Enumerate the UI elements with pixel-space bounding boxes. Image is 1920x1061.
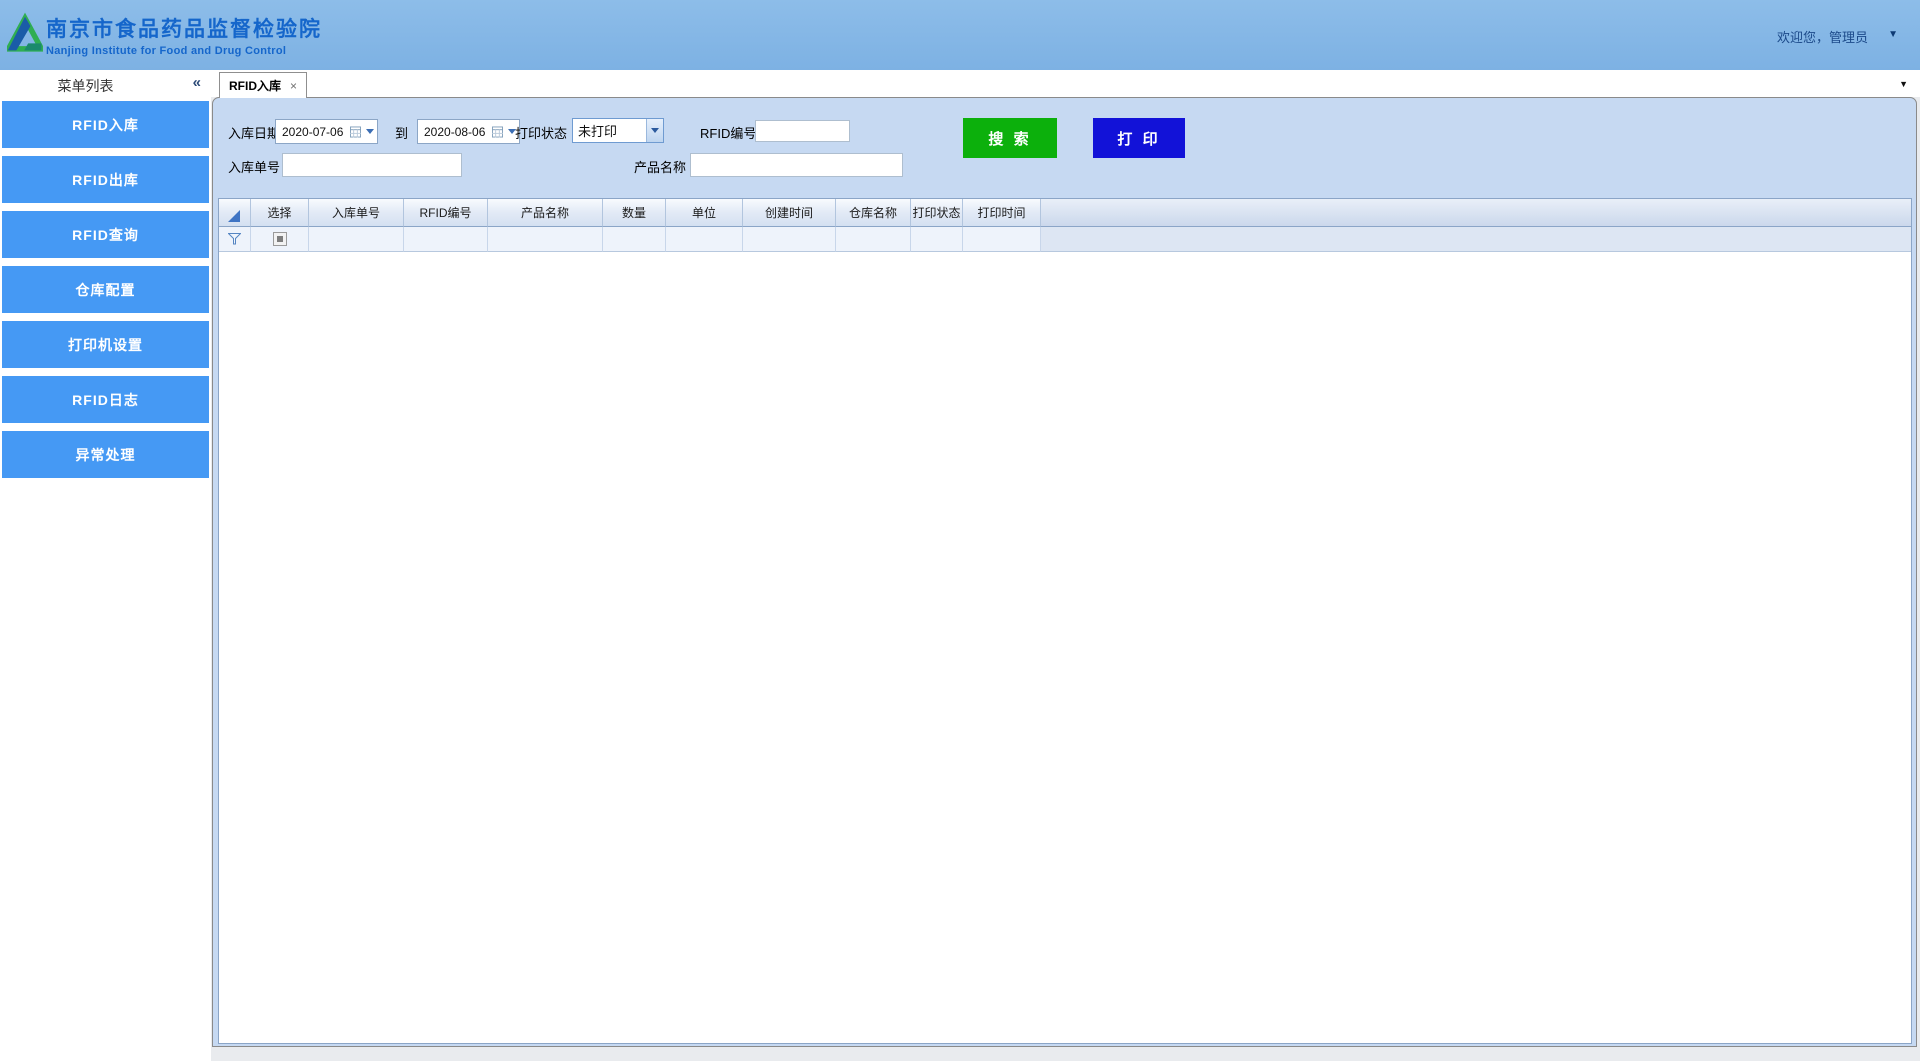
tab-overflow-arrow-icon[interactable]: ▼ (1899, 79, 1908, 89)
tab-label: RFID入库 (229, 77, 281, 94)
sidebar-title: 菜单列表 (0, 76, 171, 96)
sidebar-item-exception-handling[interactable]: 异常处理 (2, 431, 209, 478)
column-header-print-time[interactable]: 打印时间 (963, 199, 1041, 227)
to-label: 到 (395, 123, 408, 142)
product-name-label: 产品名称 (634, 157, 686, 176)
inbound-no-label: 入库单号 (228, 157, 280, 176)
rfid-no-input[interactable] (755, 120, 850, 142)
sidebar: 菜单列表 « RFID入库 RFID出库 RFID查询 仓库配置 打印机设置 R… (0, 70, 211, 1061)
column-header-inbound-no[interactable]: 入库单号 (309, 199, 404, 227)
inbound-data-grid: 选择 入库单号 RFID编号 产品名称 数量 单位 创建时间 仓库名称 打印状态… (218, 198, 1912, 1044)
tab-rfid-inbound[interactable]: RFID入库 × (219, 72, 307, 98)
select-checkbox[interactable] (273, 232, 287, 246)
rfid-inbound-panel: 入库日期 到 打印状态 未打印 RFID编号 搜 索 打 印 入库单号 (212, 97, 1917, 1047)
filter-cell[interactable] (911, 227, 963, 252)
column-header-product-name[interactable]: 产品名称 (488, 199, 603, 227)
org-title-zh: 南京市食品药品监督检验院 (46, 13, 322, 43)
calendar-icon[interactable] (350, 126, 361, 138)
org-title-en: Nanjing Institute for Food and Drug Cont… (46, 45, 322, 57)
date-from-picker[interactable] (275, 119, 378, 144)
date-from-input[interactable] (282, 125, 348, 139)
grid-body-empty (219, 252, 1911, 1043)
sidebar-header: 菜单列表 « (0, 70, 211, 98)
sidebar-item-rfid-outbound[interactable]: RFID出库 (2, 156, 209, 203)
print-status-value: 未打印 (573, 121, 646, 140)
grid-header-filler (1041, 199, 1911, 227)
column-header-warehouse[interactable]: 仓库名称 (836, 199, 911, 227)
sidebar-item-printer-settings[interactable]: 打印机设置 (2, 321, 209, 368)
sidebar-item-warehouse-config[interactable]: 仓库配置 (2, 266, 209, 313)
print-status-select[interactable]: 未打印 (572, 118, 664, 143)
brand-titles: 南京市食品药品监督检验院 Nanjing Institute for Food … (46, 13, 322, 57)
filter-icon-cell (219, 227, 251, 252)
chevron-down-icon (651, 128, 659, 133)
product-name-input[interactable] (690, 153, 903, 177)
filter-cell[interactable] (963, 227, 1041, 252)
print-button[interactable]: 打 印 (1093, 118, 1185, 158)
select-all-corner-icon[interactable] (228, 210, 240, 222)
filter-cell[interactable] (836, 227, 911, 252)
column-header-quantity[interactable]: 数量 (603, 199, 666, 227)
grid-filter-filler (1041, 227, 1911, 252)
filter-cell[interactable] (488, 227, 603, 252)
select-dropdown-button[interactable] (646, 119, 663, 142)
filter-cell[interactable] (603, 227, 666, 252)
institute-logo-icon (7, 12, 43, 56)
filter-funnel-icon[interactable] (228, 233, 241, 245)
tab-bar: RFID入库 × ▼ (211, 70, 1920, 97)
date-from-dropdown-icon[interactable] (366, 129, 374, 134)
sidebar-collapse-icon[interactable]: « (193, 74, 201, 91)
filter-select-cell (251, 227, 309, 252)
tab-close-icon[interactable]: × (290, 79, 297, 93)
calendar-icon[interactable] (492, 126, 503, 138)
column-header-print-status[interactable]: 打印状态 (911, 199, 963, 227)
column-header-unit[interactable]: 单位 (666, 199, 743, 227)
app-header: 南京市食品药品监督检验院 Nanjing Institute for Food … (0, 0, 1920, 70)
sidebar-item-rfid-inbound[interactable]: RFID入库 (2, 101, 209, 148)
inbound-date-label: 入库日期 (228, 123, 280, 142)
rfid-no-label: RFID编号 (700, 123, 756, 142)
column-header-rfid-no[interactable]: RFID编号 (404, 199, 488, 227)
sidebar-item-rfid-log[interactable]: RFID日志 (2, 376, 209, 423)
inbound-no-input[interactable] (282, 153, 462, 177)
filter-cell[interactable] (743, 227, 836, 252)
grid-corner-cell (219, 199, 251, 227)
sidebar-item-rfid-query[interactable]: RFID查询 (2, 211, 209, 258)
grid-header-row: 选择 入库单号 RFID编号 产品名称 数量 单位 创建时间 仓库名称 打印状态… (219, 199, 1911, 227)
filter-cell[interactable] (404, 227, 488, 252)
grid-filter-row (219, 227, 1911, 252)
print-status-label: 打印状态 (515, 123, 567, 142)
column-header-select[interactable]: 选择 (251, 199, 309, 227)
date-to-input[interactable] (424, 125, 490, 139)
user-menu-arrow-icon[interactable]: ▼ (1888, 29, 1898, 40)
column-header-create-time[interactable]: 创建时间 (743, 199, 836, 227)
date-to-picker[interactable] (417, 119, 520, 144)
welcome-user-text: 欢迎您，管理员 (1777, 27, 1868, 46)
filter-cell[interactable] (666, 227, 743, 252)
filter-cell[interactable] (309, 227, 404, 252)
checkbox-fill (277, 236, 283, 242)
search-button[interactable]: 搜 索 (963, 118, 1057, 158)
